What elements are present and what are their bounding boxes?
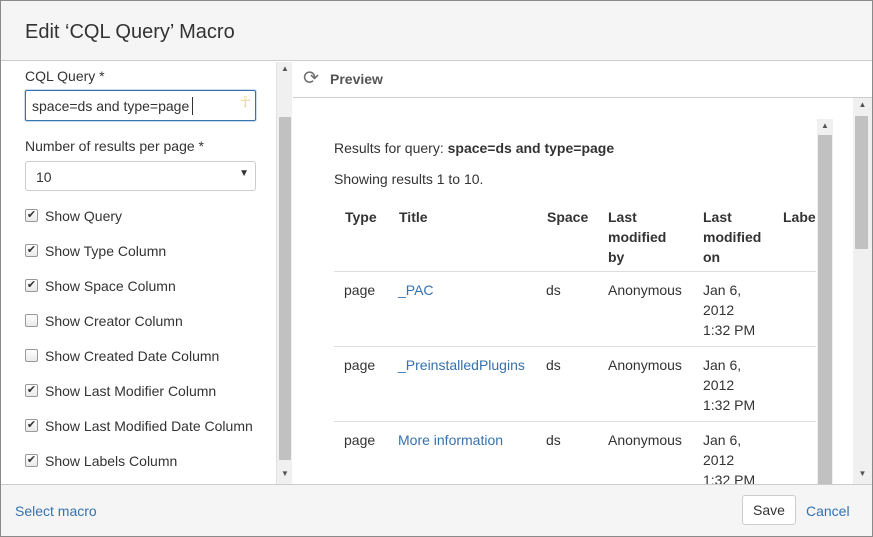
checkbox-box[interactable]: ✔ [25,279,38,292]
checkbox-box[interactable] [25,314,38,327]
macro-parameters-panel: CQL Query * space=ds and type=page ☥ Num… [1,62,292,484]
checkbox-label: Show Query [45,208,123,224]
results-per-page-value: 10 [36,169,52,185]
dialog-title: Edit ‘CQL Query’ Macro [25,21,235,43]
column-header-last-modified-by: Last modified by [608,209,667,265]
cell-type: page [344,357,376,373]
save-button[interactable]: Save [742,495,796,525]
cancel-button[interactable]: Cancel [806,503,850,519]
cql-query-input[interactable]: space=ds and type=page ☥ [25,90,256,121]
results-prefix: Results for query: [334,140,448,156]
preview-label: Preview [330,71,383,87]
checkbox-label: Show Type Column [45,243,167,259]
results-query: space=ds and type=page [447,140,615,156]
column-header-last-modified-on: Last modified on [703,209,762,265]
cell-date-line3: 1:32 PM [703,472,756,484]
macro-dialog: Edit ‘CQL Query’ Macro CQL Query * space… [0,0,873,537]
checkbox-label: Show Last Modifier Column [45,383,217,399]
cell-modifier: Anonymous [608,432,682,448]
column-header-labels: Labe [783,209,816,225]
cell-date-line2: 2012 [703,452,735,468]
refresh-icon[interactable]: ⟳ [303,67,319,90]
page-link[interactable]: More information [398,430,503,450]
page-link[interactable]: _PreinstalledPlugins [398,355,525,375]
preview-inner-scrollbar[interactable]: ▲ [817,119,833,484]
cell-date-line3: 1:32 PM [703,322,756,338]
cell-space: ds [546,282,561,298]
dialog-footer: Select macro Save Cancel [1,484,872,536]
cell-type: page [344,282,376,298]
column-header-type: Type [345,209,377,225]
checkbox-box[interactable]: ✔ [25,454,38,467]
checkbox-box[interactable]: ✔ [25,419,38,432]
cell-date-line1: Jan 6, [703,432,742,448]
cell-modifier: Anonymous [608,282,682,298]
results-per-page-select[interactable]: 10 ▼ [25,161,256,191]
column-header-title: Title [399,209,428,225]
left-panel-scrollbar[interactable]: ▲ ▼ [276,62,292,484]
scroll-up-icon[interactable]: ▲ [277,62,293,76]
left-scroll-thumb[interactable] [279,117,291,460]
checkbox-label: Show Labels Column [45,453,178,469]
text-caret [192,97,193,115]
checkbox-label: Show Last Modified Date Column [45,418,253,434]
scroll-down-icon[interactable]: ▼ [277,467,293,481]
scroll-up-icon[interactable]: ▲ [853,98,872,112]
ankh-icon: ☥ [239,94,251,111]
cell-date-line1: Jan 6, [703,282,742,298]
showing-results: Showing results 1 to 10. [334,171,484,187]
checkbox-label: Show Creator Column [45,313,183,329]
cell-date-line2: 2012 [703,377,735,393]
results-per-page-label: Number of results per page * [25,138,204,154]
preview-outer-scrollbar[interactable]: ▲ ▼ [853,98,872,484]
cell-modifier: Anonymous [608,357,682,373]
checkbox-label: Show Created Date Column [45,348,220,364]
scroll-down-icon[interactable]: ▼ [853,467,872,481]
preview-toolbar[interactable]: ⟳ Preview [293,62,872,98]
cql-query-value: space=ds and type=page [32,98,190,114]
cell-space: ds [546,432,561,448]
checkbox-box[interactable]: ✔ [25,244,38,257]
cql-query-label: CQL Query * [25,68,105,84]
scroll-up-icon[interactable]: ▲ [817,119,833,133]
cell-date-line1: Jan 6, [703,357,742,373]
checkbox-box[interactable] [25,349,38,362]
preview-outer-scroll-thumb[interactable] [855,116,868,249]
select-macro-link[interactable]: Select macro [15,503,97,519]
page-link[interactable]: _PAC [398,280,434,300]
checkbox-label: Show Space Column [45,278,176,294]
preview-content: Results for query: space=ds and type=pag… [314,98,853,484]
table-header-divider [334,271,816,272]
checkbox-box[interactable]: ✔ [25,209,38,222]
cell-space: ds [546,357,561,373]
cell-date-line3: 1:32 PM [703,397,756,413]
preview-inner-scroll-thumb[interactable] [818,135,832,484]
row-divider [334,421,816,422]
cell-type: page [344,432,376,448]
results-for-query: Results for query: space=ds and type=pag… [334,140,614,156]
column-header-space: Space [547,209,589,225]
checkbox-box[interactable]: ✔ [25,384,38,397]
row-divider [334,346,816,347]
dialog-header: Edit ‘CQL Query’ Macro [1,1,872,61]
cell-date-line2: 2012 [703,302,735,318]
caret-down-icon: ▼ [239,168,249,179]
